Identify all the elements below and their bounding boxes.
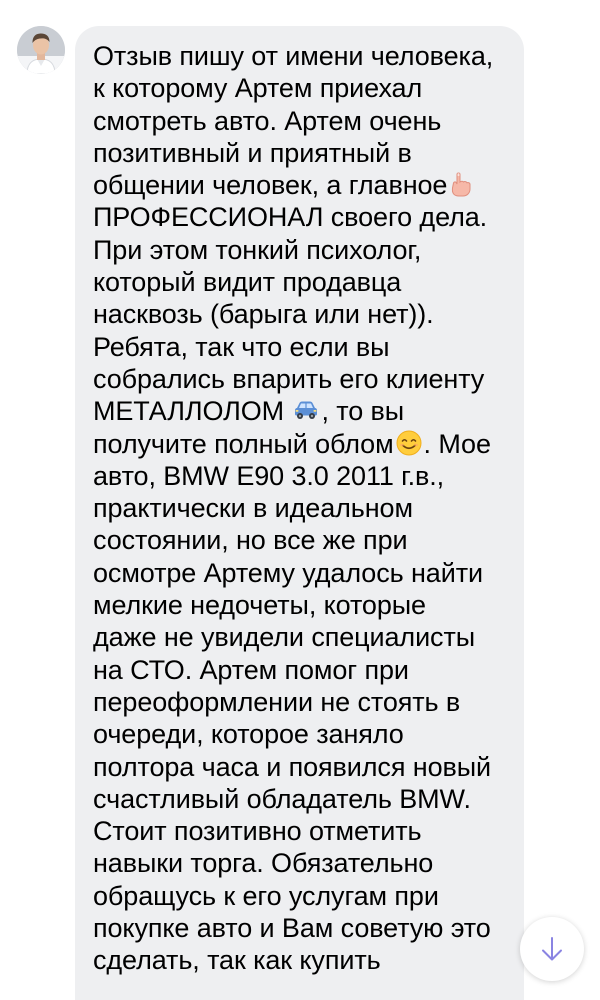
message-bubble: Отзыв пишу от имени человека, к которому… <box>75 26 524 1000</box>
message-text-part-1: Отзыв пишу от имени человека, к которому… <box>93 41 494 201</box>
chat-area: Отзыв пишу от имени человека, к которому… <box>0 0 600 1000</box>
car-emoji-icon <box>295 401 318 420</box>
pointing-up-emoji-icon <box>452 172 471 197</box>
scroll-to-bottom-button[interactable] <box>520 917 584 981</box>
avatar[interactable] <box>17 26 65 74</box>
arrow-down-icon <box>542 937 562 961</box>
message-text-part-4: . Мое авто, BMW E90 3.0 2011 г.в., практ… <box>93 428 492 976</box>
message-text-part-2: ПРОФЕССИОНАЛ своего дела. При этом тонки… <box>93 202 488 427</box>
message-text: Отзыв пишу от имени человека, к которому… <box>93 40 506 977</box>
user-avatar-icon <box>17 26 65 74</box>
smiling-face-emoji-icon <box>396 430 422 456</box>
